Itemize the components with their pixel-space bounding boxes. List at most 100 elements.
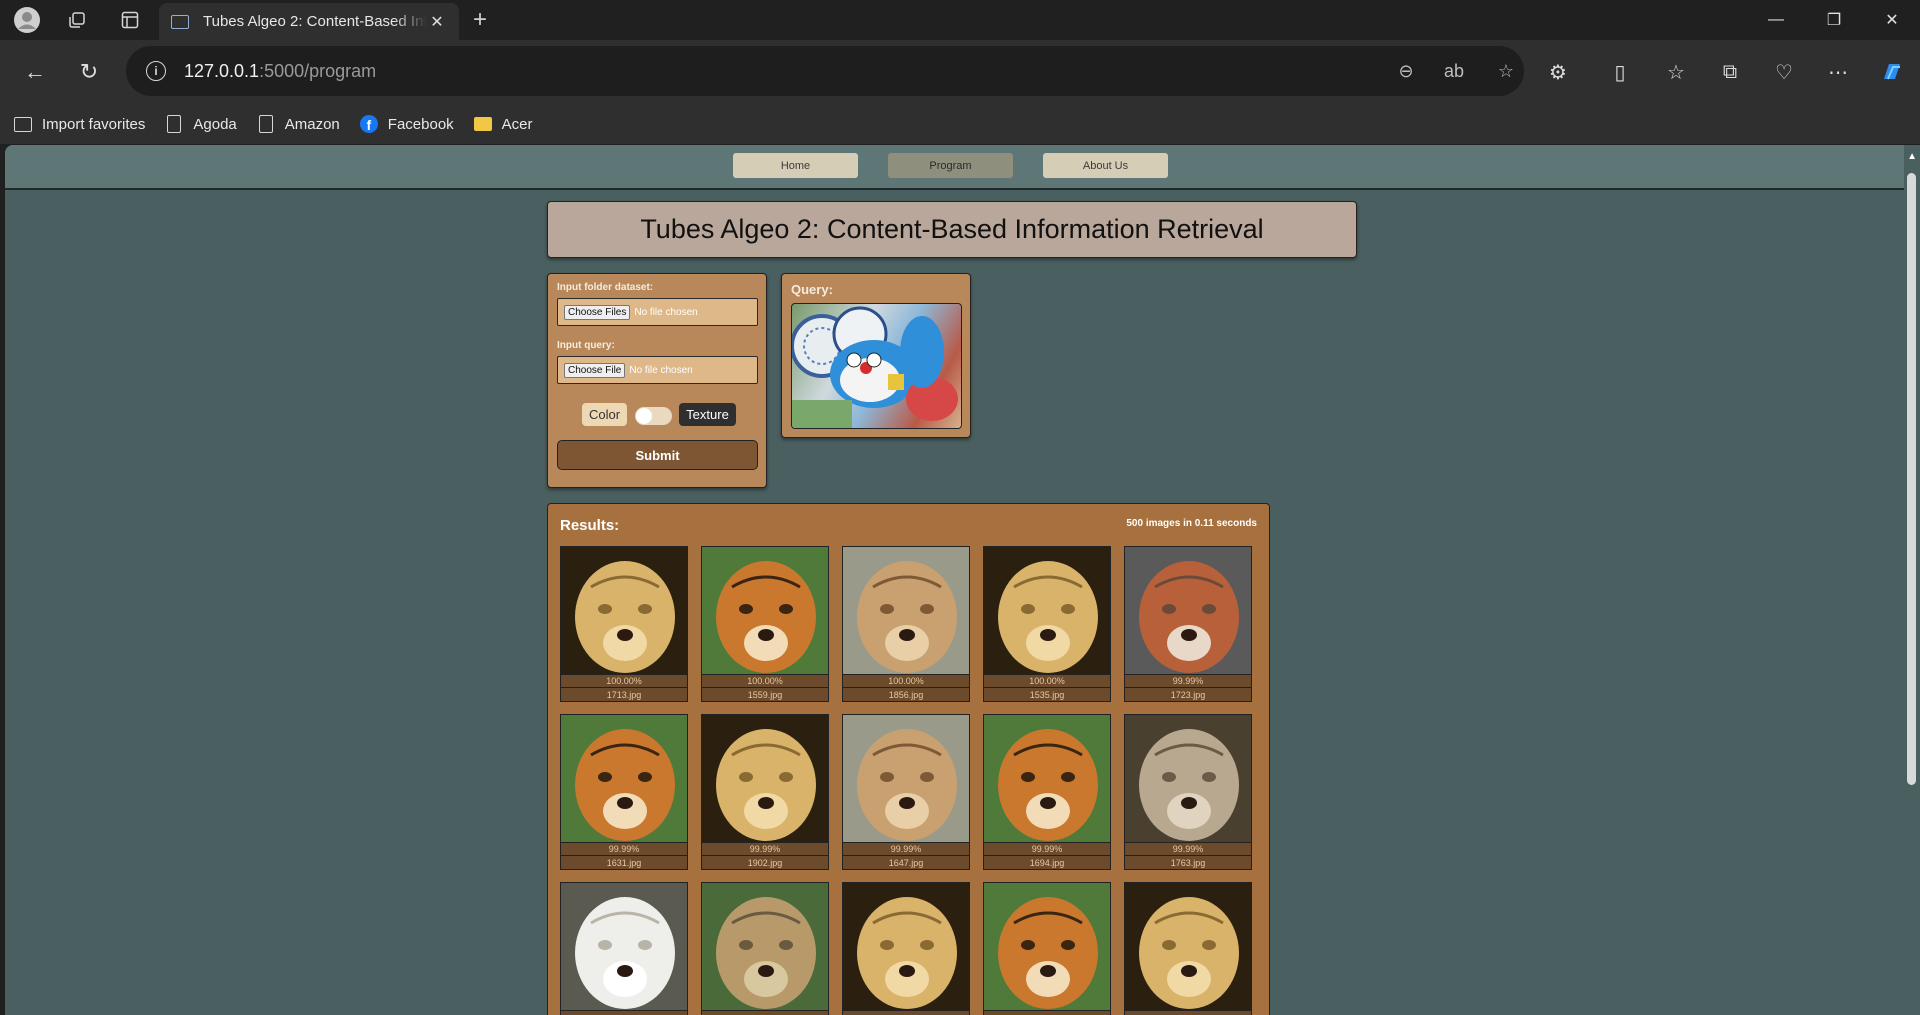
submit-button[interactable]: Submit bbox=[557, 440, 758, 470]
result-card[interactable]: 100.00% 1713.jpg bbox=[560, 546, 688, 702]
result-score: 99.99% bbox=[1124, 674, 1252, 688]
result-filename: 1713.jpg bbox=[560, 688, 688, 702]
result-score bbox=[842, 1010, 970, 1015]
result-score: 99.99% bbox=[1124, 842, 1252, 856]
result-filename: 1723.jpg bbox=[1124, 688, 1252, 702]
result-score: 100.00% bbox=[983, 674, 1111, 688]
result-score bbox=[983, 1010, 1111, 1015]
result-score: 99.99% bbox=[701, 842, 829, 856]
result-card[interactable] bbox=[842, 882, 970, 1015]
result-image bbox=[701, 714, 829, 842]
result-card[interactable]: 99.99% 1723.jpg bbox=[1124, 546, 1252, 702]
nav-home-button[interactable]: Home bbox=[733, 153, 858, 178]
back-icon[interactable]: ← bbox=[17, 54, 53, 90]
extensions-icon[interactable]: ⚙ bbox=[1540, 54, 1576, 90]
favorite-amazon[interactable]: Amazon bbox=[257, 115, 340, 133]
terminal-favicon-icon bbox=[171, 14, 189, 29]
input-form-panel: Input folder dataset: Choose Files No fi… bbox=[547, 273, 767, 488]
mode-toggle-switch[interactable] bbox=[635, 407, 672, 425]
result-image bbox=[842, 714, 970, 842]
close-window-icon[interactable]: ✕ bbox=[1863, 0, 1920, 40]
favorite-label: Import favorites bbox=[42, 115, 146, 133]
result-filename: 1535.jpg bbox=[983, 688, 1111, 702]
result-card[interactable]: 100.00% 1535.jpg bbox=[983, 546, 1111, 702]
results-panel: Results: 500 images in 0.11 seconds 100.… bbox=[547, 503, 1270, 1015]
favorites-icon[interactable]: ☆ bbox=[1658, 54, 1694, 90]
favorite-import[interactable]: Import favorites bbox=[14, 115, 145, 133]
new-tab-icon[interactable]: + bbox=[460, 4, 500, 36]
result-filename: 1559.jpg bbox=[701, 688, 829, 702]
color-mode-label[interactable]: Color bbox=[582, 403, 627, 426]
read-aloud-icon[interactable] bbox=[1442, 56, 1474, 86]
result-card[interactable] bbox=[560, 882, 688, 1015]
favorites-bar: Import favorites Agoda Amazon f Facebook… bbox=[0, 104, 1920, 144]
tab-title: Tubes Algeo 2: Content-Based Information… bbox=[203, 13, 427, 30]
result-card[interactable]: 100.00% 1559.jpg bbox=[701, 546, 829, 702]
favorite-label: Amazon bbox=[284, 115, 340, 133]
browser-essentials-icon[interactable]: ♡ bbox=[1766, 54, 1802, 90]
profile-icon[interactable] bbox=[7, 4, 47, 36]
tab-active[interactable]: Tubes Algeo 2: Content-Based Information… bbox=[159, 3, 459, 40]
result-card[interactable] bbox=[1124, 882, 1252, 1015]
scroll-up-arrow-icon[interactable]: ▲ bbox=[1907, 151, 1917, 162]
query-file-input[interactable]: Choose File No file chosen bbox=[557, 356, 758, 384]
query-image bbox=[791, 303, 962, 429]
query-input-label: Input query: bbox=[557, 340, 615, 351]
query-label: Query: bbox=[791, 282, 833, 297]
vertical-tabs-icon[interactable] bbox=[110, 4, 150, 36]
minimize-icon[interactable]: — bbox=[1747, 0, 1805, 40]
scroll-thumb[interactable] bbox=[1907, 173, 1916, 785]
restore-icon[interactable]: ❐ bbox=[1805, 0, 1863, 40]
query-file-status: No file chosen bbox=[629, 364, 693, 376]
result-filename: 1694.jpg bbox=[983, 856, 1111, 870]
tab-close-icon[interactable]: ✕ bbox=[427, 12, 447, 32]
results-stats: 500 images in 0.11 seconds bbox=[1126, 518, 1257, 529]
page-title: Tubes Algeo 2: Content-Based Information… bbox=[547, 201, 1357, 258]
result-card[interactable]: 99.99% 1647.jpg bbox=[842, 714, 970, 870]
copilot-icon[interactable] bbox=[1874, 54, 1910, 90]
dataset-label: Input folder dataset: bbox=[557, 282, 654, 293]
texture-mode-label[interactable]: Texture bbox=[679, 403, 736, 426]
favorite-facebook[interactable]: f Facebook bbox=[359, 115, 454, 133]
more-menu-icon[interactable]: ⋯ bbox=[1820, 54, 1856, 90]
workspaces-icon[interactable] bbox=[57, 4, 97, 36]
result-filename: 1647.jpg bbox=[842, 856, 970, 870]
result-card[interactable]: 99.99% 1631.jpg bbox=[560, 714, 688, 870]
result-score bbox=[701, 1010, 829, 1015]
result-card[interactable] bbox=[983, 882, 1111, 1015]
result-card[interactable]: 100.00% 1856.jpg bbox=[842, 546, 970, 702]
site-info-icon[interactable]: i bbox=[146, 61, 166, 81]
result-image bbox=[560, 882, 688, 1010]
result-image bbox=[560, 714, 688, 842]
result-image bbox=[701, 882, 829, 1010]
result-score: 99.99% bbox=[842, 842, 970, 856]
facebook-icon: f bbox=[359, 115, 378, 133]
page-scrollbar[interactable]: ▲ bbox=[1904, 145, 1920, 1015]
favorite-agoda[interactable]: Agoda bbox=[165, 115, 237, 133]
toggle-knob bbox=[636, 408, 652, 424]
split-screen-icon[interactable]: ▯ bbox=[1602, 54, 1638, 90]
zoom-out-icon[interactable]: ⊖ bbox=[1390, 56, 1422, 86]
choose-files-button[interactable]: Choose Files bbox=[564, 304, 631, 320]
result-score: 99.99% bbox=[560, 842, 688, 856]
favorite-star-icon[interactable]: ☆ bbox=[1490, 56, 1522, 86]
nav-program-button[interactable]: Program bbox=[888, 153, 1013, 178]
refresh-icon[interactable]: ↻ bbox=[71, 54, 107, 90]
result-score: 99.99% bbox=[983, 842, 1111, 856]
collections-icon[interactable]: ⧉ bbox=[1712, 54, 1748, 90]
result-image bbox=[983, 714, 1111, 842]
favorite-acer[interactable]: Acer bbox=[473, 115, 533, 133]
result-card[interactable]: 99.99% 1763.jpg bbox=[1124, 714, 1252, 870]
result-card[interactable]: 99.99% 1694.jpg bbox=[983, 714, 1111, 870]
nav-about-button[interactable]: About Us bbox=[1043, 153, 1168, 178]
result-filename: 1763.jpg bbox=[1124, 856, 1252, 870]
dataset-file-input[interactable]: Choose Files No file chosen bbox=[557, 298, 758, 326]
choose-file-button[interactable]: Choose File bbox=[564, 362, 626, 378]
folder-icon bbox=[473, 115, 492, 133]
result-card[interactable] bbox=[701, 882, 829, 1015]
result-score: 100.00% bbox=[842, 674, 970, 688]
address-bar[interactable]: i 127.0.0.1:5000/program ab ⊖ ☆ bbox=[126, 46, 1524, 96]
result-card[interactable]: 99.99% 1902.jpg bbox=[701, 714, 829, 870]
favorite-label: Acer bbox=[501, 115, 533, 133]
result-filename: 1902.jpg bbox=[701, 856, 829, 870]
